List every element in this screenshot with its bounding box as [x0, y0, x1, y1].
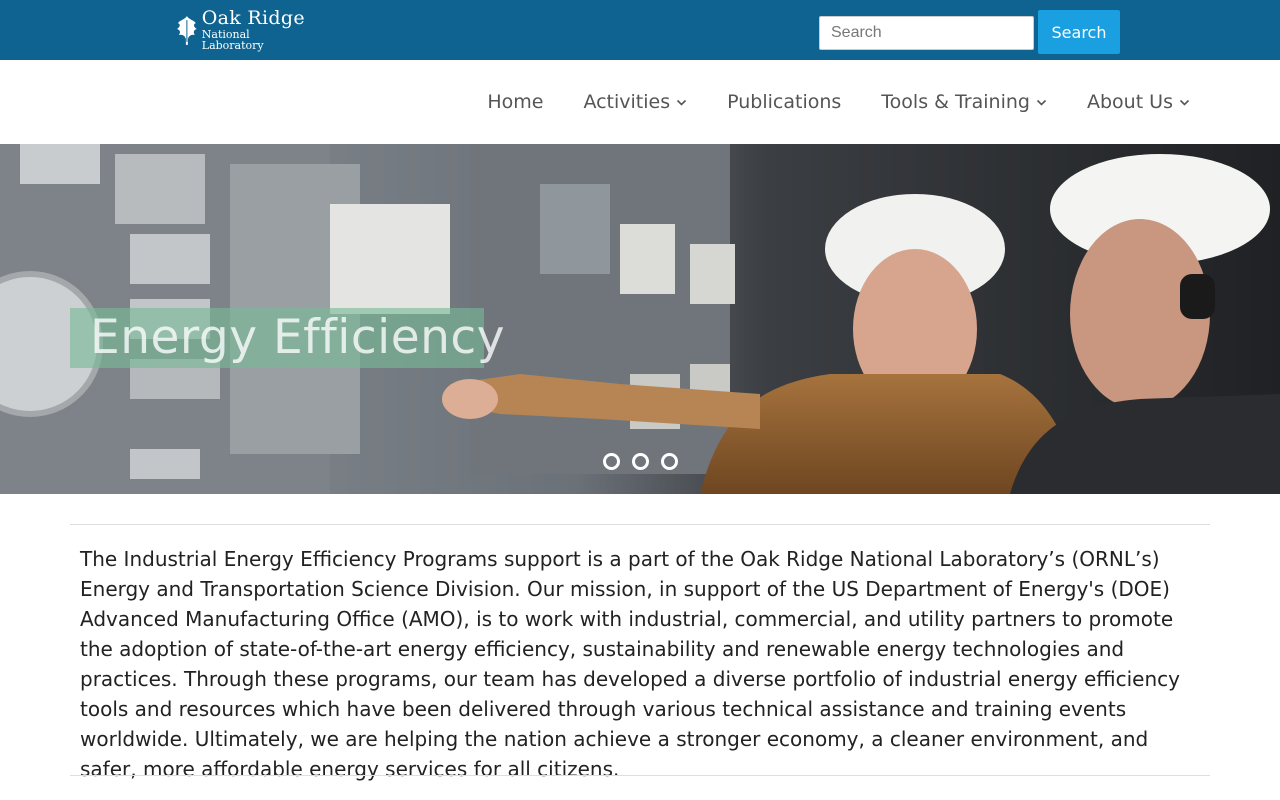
nav-menu: Home Activities Publications Tools & Tra…: [447, 60, 1190, 144]
nav-item-about-us[interactable]: About Us: [1087, 91, 1190, 113]
ornl-logo[interactable]: Oak Ridge National Laboratory: [174, 7, 314, 52]
logo-wordmark: Oak Ridge National Laboratory: [201, 7, 314, 52]
carousel-indicators: [603, 453, 690, 470]
nav-item-label: About Us: [1086, 91, 1173, 113]
chevron-down-icon: [677, 99, 687, 106]
nav-item-label: Activities: [583, 91, 671, 113]
nav-item-home[interactable]: Home: [487, 91, 543, 113]
top-header-bar: Oak Ridge National Laboratory Search: [0, 0, 1280, 60]
oak-leaf-icon: [176, 16, 197, 45]
logo-subtitle: National Laboratory: [201, 28, 264, 52]
divider-top: [70, 524, 1210, 525]
nav-item-label: Home: [487, 91, 544, 113]
main-navigation: Home Activities Publications Tools & Tra…: [0, 60, 1280, 144]
logo-title: Oak Ridge: [201, 7, 305, 29]
chevron-down-icon: [1036, 99, 1047, 106]
intro-paragraph: The Industrial Energy Efficiency Program…: [80, 547, 1180, 781]
divider-bottom: [70, 775, 1210, 776]
carousel-dot-2[interactable]: [632, 453, 649, 470]
nav-item-activities[interactable]: Activities: [583, 91, 687, 113]
carousel-dot-3[interactable]: [661, 453, 678, 470]
nav-item-tools-training[interactable]: Tools & Training: [881, 91, 1047, 113]
hero-carousel: Energy Efficiency: [0, 144, 1280, 494]
search-button[interactable]: Search: [1038, 10, 1120, 54]
slide-caption: Energy Efficiency: [70, 308, 505, 368]
nav-item-publications[interactable]: Publications: [727, 91, 841, 113]
nav-item-label: Publications: [727, 91, 842, 113]
slide-caption-text: Energy Efficiency: [90, 310, 506, 365]
nav-item-label: Tools & Training: [881, 91, 1030, 113]
chevron-down-icon: [1179, 99, 1190, 106]
carousel-dot-1[interactable]: [603, 453, 620, 470]
search-input[interactable]: [819, 16, 1034, 50]
